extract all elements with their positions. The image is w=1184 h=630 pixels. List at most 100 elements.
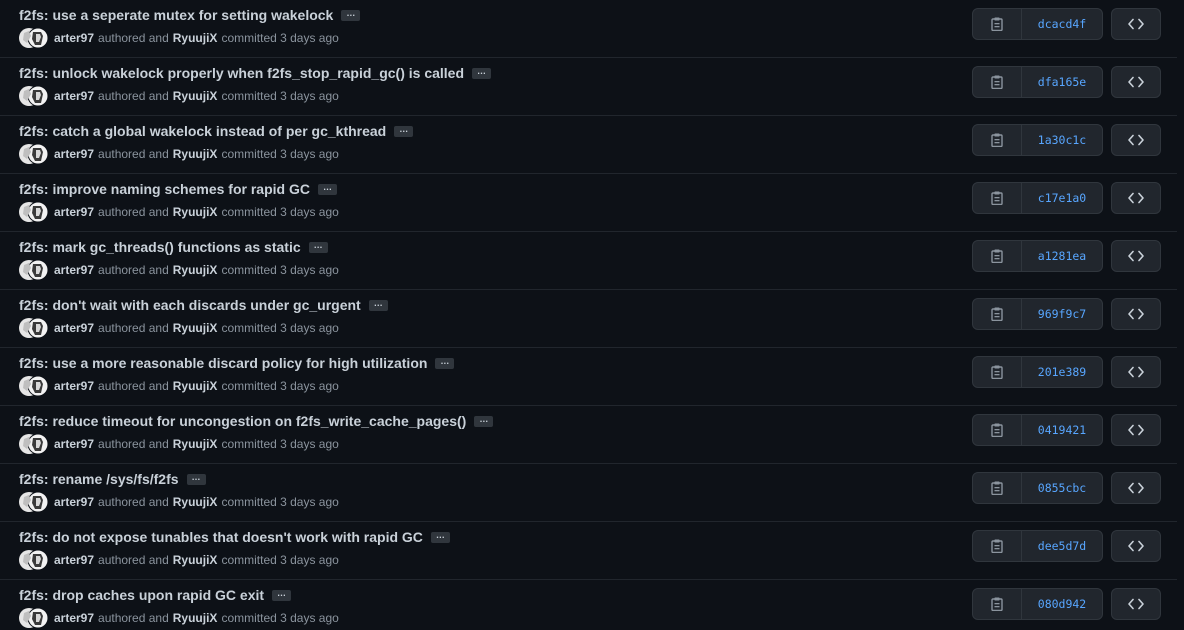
browse-repo-button[interactable] bbox=[1111, 530, 1161, 562]
commit-sha-link[interactable]: 080d942 bbox=[1022, 589, 1102, 619]
commit-sha-link[interactable]: 1a30c1c bbox=[1022, 125, 1102, 155]
copy-sha-button[interactable] bbox=[973, 589, 1022, 619]
author-link[interactable]: arter97 bbox=[54, 31, 94, 45]
copy-sha-button[interactable] bbox=[973, 67, 1022, 97]
code-icon bbox=[1128, 366, 1144, 378]
commit-title-link[interactable]: f2fs: use a more reasonable discard poli… bbox=[19, 355, 427, 371]
commit-title-link[interactable]: f2fs: rename /sys/fs/f2fs bbox=[19, 471, 179, 487]
browse-repo-button[interactable] bbox=[1111, 8, 1161, 40]
author-avatar[interactable] bbox=[19, 259, 49, 281]
authored-text: authored and bbox=[98, 611, 169, 625]
expand-message-button[interactable]: … bbox=[394, 124, 414, 137]
author-avatar[interactable] bbox=[19, 27, 49, 49]
committer-link[interactable]: RyuujiX bbox=[173, 147, 218, 161]
code-icon bbox=[1128, 250, 1144, 262]
author-link[interactable]: arter97 bbox=[54, 553, 94, 567]
commit-title-link[interactable]: f2fs: do not expose tunables that doesn'… bbox=[19, 529, 423, 545]
author-link[interactable]: arter97 bbox=[54, 611, 94, 625]
commit-sha-link[interactable]: dfa165e bbox=[1022, 67, 1102, 97]
browse-repo-button[interactable] bbox=[1111, 472, 1161, 504]
commit-sha-link[interactable]: c17e1a0 bbox=[1022, 183, 1102, 213]
commit-title-link[interactable]: f2fs: improve naming schemes for rapid G… bbox=[19, 181, 310, 197]
commit-title-line: f2fs: catch a global wakelock instead of… bbox=[19, 123, 414, 139]
author-link[interactable]: arter97 bbox=[54, 205, 94, 219]
browse-repo-button[interactable] bbox=[1111, 240, 1161, 272]
commit-sha-link[interactable]: a1281ea bbox=[1022, 241, 1102, 271]
author-avatar[interactable] bbox=[19, 317, 49, 339]
author-avatar[interactable] bbox=[19, 375, 49, 397]
commit-sha-link[interactable]: dcacd4f bbox=[1022, 9, 1102, 39]
copy-sha-button[interactable] bbox=[973, 125, 1022, 155]
author-avatar[interactable] bbox=[19, 85, 49, 107]
commit-sha-link[interactable]: dee5d7d bbox=[1022, 531, 1102, 561]
expand-message-button[interactable]: … bbox=[430, 530, 450, 543]
author-link[interactable]: arter97 bbox=[54, 147, 94, 161]
committer-link[interactable]: RyuujiX bbox=[173, 263, 218, 277]
commit-row: f2fs: use a more reasonable discard poli… bbox=[0, 348, 1177, 406]
committer-link[interactable]: RyuujiX bbox=[173, 495, 218, 509]
commit-title-link[interactable]: f2fs: unlock wakelock properly when f2fs… bbox=[19, 65, 464, 81]
committer-link[interactable]: RyuujiX bbox=[173, 553, 218, 567]
expand-message-button[interactable]: … bbox=[474, 414, 494, 427]
author-link[interactable]: arter97 bbox=[54, 437, 94, 451]
commit-title-link[interactable]: f2fs: catch a global wakelock instead of… bbox=[19, 123, 386, 139]
copy-sha-button[interactable] bbox=[973, 299, 1022, 329]
copy-sha-button[interactable] bbox=[973, 241, 1022, 271]
expand-message-button[interactable]: … bbox=[472, 66, 492, 79]
committer-link[interactable]: RyuujiX bbox=[173, 205, 218, 219]
browse-repo-button[interactable] bbox=[1111, 124, 1161, 156]
authored-text: authored and bbox=[98, 379, 169, 393]
author-link[interactable]: arter97 bbox=[54, 321, 94, 335]
browse-repo-button[interactable] bbox=[1111, 356, 1161, 388]
commit-title-link[interactable]: f2fs: mark gc_threads() functions as sta… bbox=[19, 239, 301, 255]
browse-repo-button[interactable] bbox=[1111, 182, 1161, 214]
browse-repo-button[interactable] bbox=[1111, 588, 1161, 620]
commit-title-link[interactable]: f2fs: reduce timeout for uncongestion on… bbox=[19, 413, 466, 429]
committer-link[interactable]: RyuujiX bbox=[173, 31, 218, 45]
commit-title-link[interactable]: f2fs: don't wait with each discards unde… bbox=[19, 297, 361, 313]
committer-link[interactable]: RyuujiX bbox=[173, 437, 218, 451]
committer-link[interactable]: RyuujiX bbox=[173, 379, 218, 393]
clipboard-icon bbox=[991, 249, 1003, 263]
expand-message-button[interactable]: … bbox=[272, 588, 292, 601]
commit-title-line: f2fs: mark gc_threads() functions as sta… bbox=[19, 239, 328, 255]
copy-sha-button[interactable] bbox=[973, 183, 1022, 213]
browse-repo-button[interactable] bbox=[1111, 414, 1161, 446]
author-avatar[interactable] bbox=[19, 433, 49, 455]
authored-text: authored and bbox=[98, 321, 169, 335]
commit-sha-link[interactable]: 969f9c7 bbox=[1022, 299, 1102, 329]
author-avatar[interactable] bbox=[19, 201, 49, 223]
author-avatar[interactable] bbox=[19, 491, 49, 513]
author-link[interactable]: arter97 bbox=[54, 495, 94, 509]
committer-link[interactable]: RyuujiX bbox=[173, 321, 218, 335]
committer-link[interactable]: RyuujiX bbox=[173, 89, 218, 103]
copy-sha-button[interactable] bbox=[973, 473, 1022, 503]
author-link[interactable]: arter97 bbox=[54, 379, 94, 393]
commit-title-link[interactable]: f2fs: use a seperate mutex for setting w… bbox=[19, 7, 333, 23]
author-avatar[interactable] bbox=[19, 143, 49, 165]
expand-message-button[interactable]: … bbox=[186, 472, 206, 485]
copy-sha-button[interactable] bbox=[973, 357, 1022, 387]
author-avatar[interactable] bbox=[19, 607, 49, 629]
clipboard-icon bbox=[991, 17, 1003, 31]
author-link[interactable]: arter97 bbox=[54, 89, 94, 103]
expand-message-button[interactable]: … bbox=[341, 8, 361, 21]
expand-message-button[interactable]: … bbox=[317, 182, 337, 195]
author-avatar[interactable] bbox=[19, 549, 49, 571]
commit-title-link[interactable]: f2fs: drop caches upon rapid GC exit bbox=[19, 587, 264, 603]
expand-message-button[interactable]: … bbox=[435, 356, 455, 369]
browse-repo-button[interactable] bbox=[1111, 298, 1161, 330]
commit-sha-link[interactable]: 201e389 bbox=[1022, 357, 1102, 387]
committer-link[interactable]: RyuujiX bbox=[173, 611, 218, 625]
sha-button-group: 0855cbc bbox=[972, 472, 1103, 504]
expand-message-button[interactable]: … bbox=[368, 298, 388, 311]
copy-sha-button[interactable] bbox=[973, 9, 1022, 39]
author-link[interactable]: arter97 bbox=[54, 263, 94, 277]
commit-sha-link[interactable]: 0419421 bbox=[1022, 415, 1102, 445]
expand-message-button[interactable]: … bbox=[308, 240, 328, 253]
copy-sha-button[interactable] bbox=[973, 531, 1022, 561]
copy-sha-button[interactable] bbox=[973, 415, 1022, 445]
scrollbar-track[interactable] bbox=[1177, 0, 1184, 630]
commit-sha-link[interactable]: 0855cbc bbox=[1022, 473, 1102, 503]
browse-repo-button[interactable] bbox=[1111, 66, 1161, 98]
